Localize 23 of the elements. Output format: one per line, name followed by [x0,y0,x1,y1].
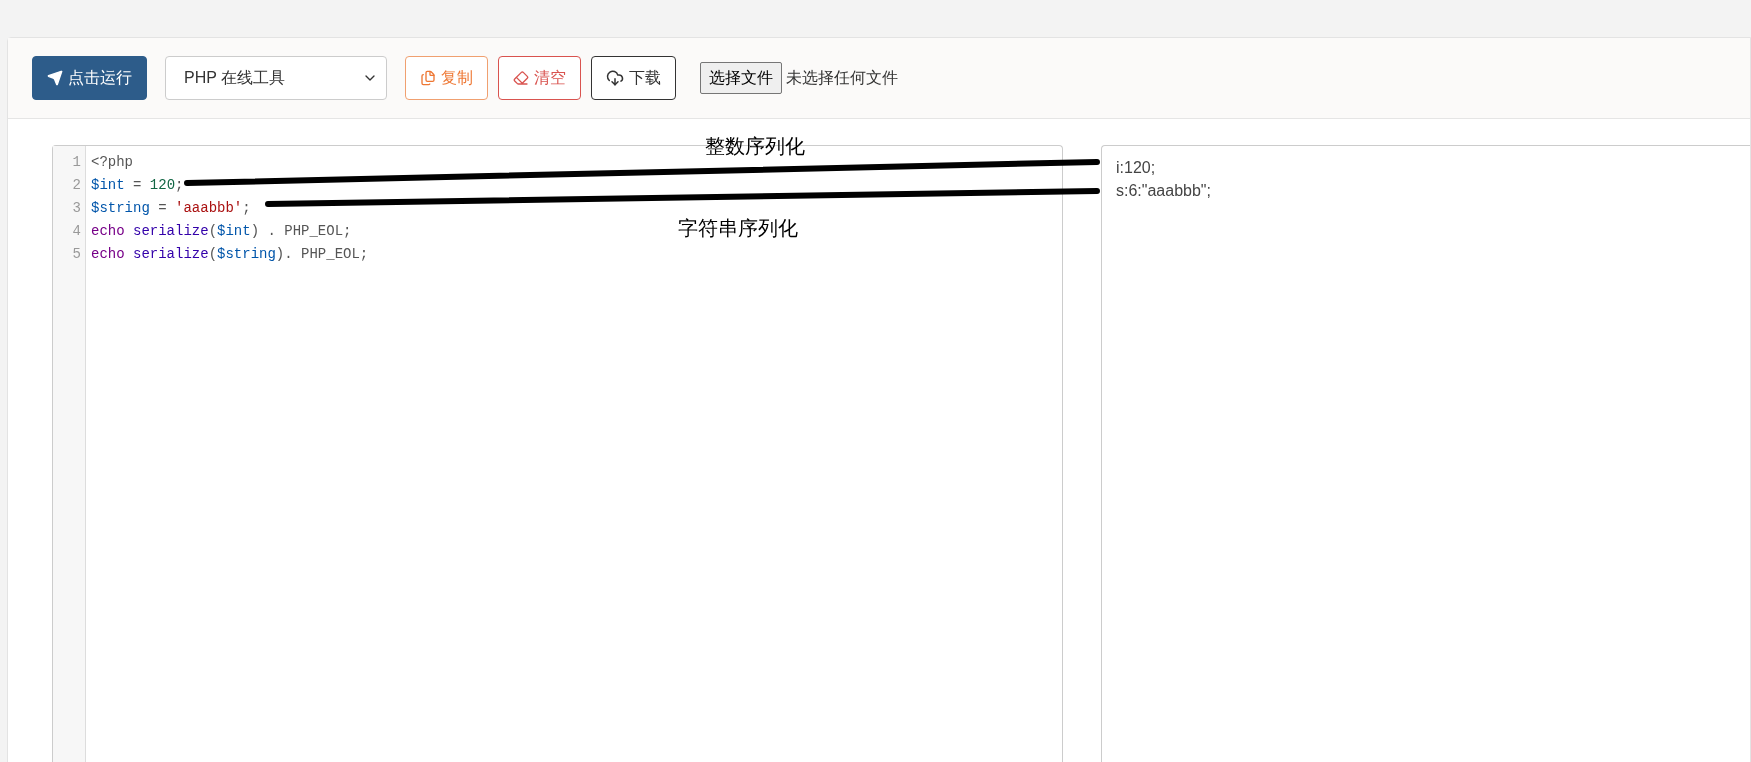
clear-button[interactable]: 清空 [498,56,581,100]
file-status: 未选择任何文件 [786,67,898,88]
annotation-label: 字符串序列化 [678,216,798,241]
output-line: i:120; [1116,158,1157,178]
choose-file-button[interactable]: 选择文件 [700,62,782,94]
code-line: echo serialize($string). PHP_EOL; [91,245,369,264]
line-number: 3 [71,199,82,218]
copy-icon [420,70,436,86]
code-line: $string = 'aaabbb'; [91,199,252,218]
code-line: $int = 120; [91,176,185,195]
send-icon [47,70,63,86]
eraser-icon [513,70,529,86]
line-number: 1 [71,153,82,172]
language-select[interactable]: PHP 在线工具 [165,56,387,100]
line-number: 2 [71,176,82,195]
run-button[interactable]: 点击运行 [32,56,147,100]
cloud-download-icon [606,69,624,87]
code-line: echo serialize($int) . PHP_EOL; [91,222,353,241]
line-number: 4 [71,222,82,241]
line-number: 5 [71,245,82,264]
code-line: <?php [91,153,134,172]
download-button[interactable]: 下载 [591,56,676,100]
output-line: s:6:"aaabbb"; [1116,181,1212,201]
